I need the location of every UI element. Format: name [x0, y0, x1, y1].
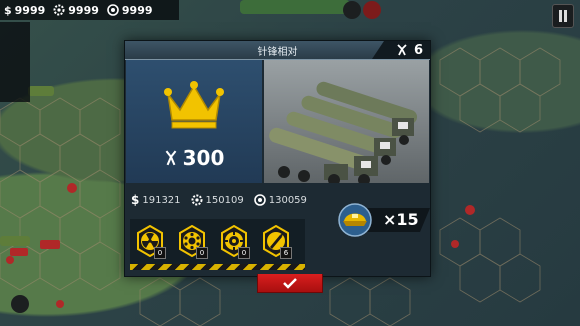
- medal-icon: [164, 150, 178, 166]
- hazard-stripe: [130, 264, 305, 270]
- reward-dialog: 针锋相对 6 300 $ 191321 150109 130059 0 0 0 …: [124, 40, 431, 277]
- hud-oil-value: 9999: [121, 3, 153, 17]
- hud-money: $ 9999: [4, 4, 45, 17]
- weapon-card-missile[interactable]: 6: [262, 224, 292, 259]
- weapon-card-cluster[interactable]: 0: [178, 224, 208, 259]
- confirm-button[interactable]: [257, 274, 323, 293]
- industry-summary: 150109: [191, 194, 244, 206]
- weapon-card-fuel[interactable]: 0: [220, 224, 250, 259]
- reward-medals: 300: [126, 146, 262, 170]
- general-count: ×15: [383, 210, 419, 229]
- oil-icon: [107, 4, 119, 16]
- general-cap-icon: [338, 203, 372, 237]
- general-reward: ×15: [337, 196, 432, 241]
- dialog-titlebar: 针锋相对 6: [125, 41, 430, 60]
- resource-summary: $ 191321 150109 130059: [131, 193, 313, 207]
- checkmark-icon: [283, 278, 297, 289]
- crown-icon: [162, 80, 226, 134]
- dollar-icon: $: [131, 193, 140, 207]
- victory-reward-panel: 300: [126, 60, 262, 183]
- industry-summary-value: 150109: [205, 194, 244, 206]
- hud-industry: 9999: [53, 4, 99, 17]
- missile-trucks-image: [264, 60, 429, 183]
- hud-money-value: 9999: [14, 3, 46, 17]
- hud-oil: 9999: [107, 4, 153, 17]
- medal-icon: [396, 44, 408, 56]
- oil-summary-value: 130059: [268, 194, 307, 206]
- weapon-cards: 0 0 0 6: [130, 219, 305, 264]
- nuclear-count: 0: [154, 247, 166, 259]
- oil-summary: 130059: [253, 194, 307, 206]
- missile-count: 6: [280, 247, 292, 259]
- medal-count-value: 6: [413, 42, 423, 58]
- hud-industry-value: 9999: [68, 3, 99, 17]
- pause-button[interactable]: [552, 4, 574, 28]
- resource-hud: $ 9999 9999 9999: [0, 0, 179, 20]
- money-summary-value: 191321: [142, 194, 181, 206]
- oil-icon: [253, 194, 266, 206]
- fuel-count: 0: [238, 247, 250, 259]
- cluster-count: 0: [196, 247, 208, 259]
- weapon-card-nuclear[interactable]: 0: [136, 224, 166, 259]
- side-menu[interactable]: [0, 22, 30, 102]
- industry-gear-icon: [53, 4, 65, 16]
- money-summary: $ 191321: [131, 193, 181, 207]
- industry-gear-icon: [191, 194, 203, 206]
- dollar-icon: $: [4, 3, 12, 17]
- reward-medals-value: 300: [182, 146, 225, 170]
